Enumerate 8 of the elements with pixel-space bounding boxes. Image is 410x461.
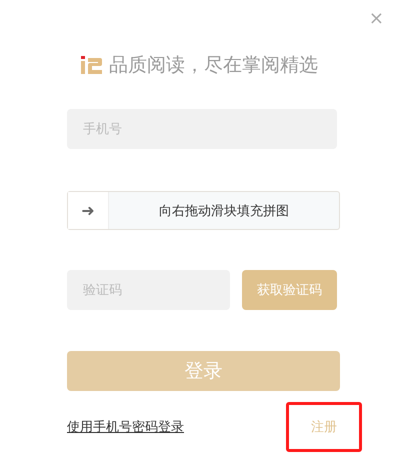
slider-handle[interactable]: ➜ bbox=[68, 192, 109, 229]
register-link[interactable]: 注册 bbox=[311, 418, 337, 436]
close-button[interactable]: × bbox=[368, 8, 384, 29]
logo-icon bbox=[81, 56, 103, 74]
slider-hint: 向右拖动滑块填充拼图 bbox=[158, 202, 290, 220]
password-login-link[interactable]: 使用手机号密码登录 bbox=[67, 418, 184, 436]
tagline: 品质阅读，尽在掌阅精选 bbox=[109, 53, 318, 78]
get-code-button[interactable]: 获取验证码 bbox=[242, 270, 337, 310]
